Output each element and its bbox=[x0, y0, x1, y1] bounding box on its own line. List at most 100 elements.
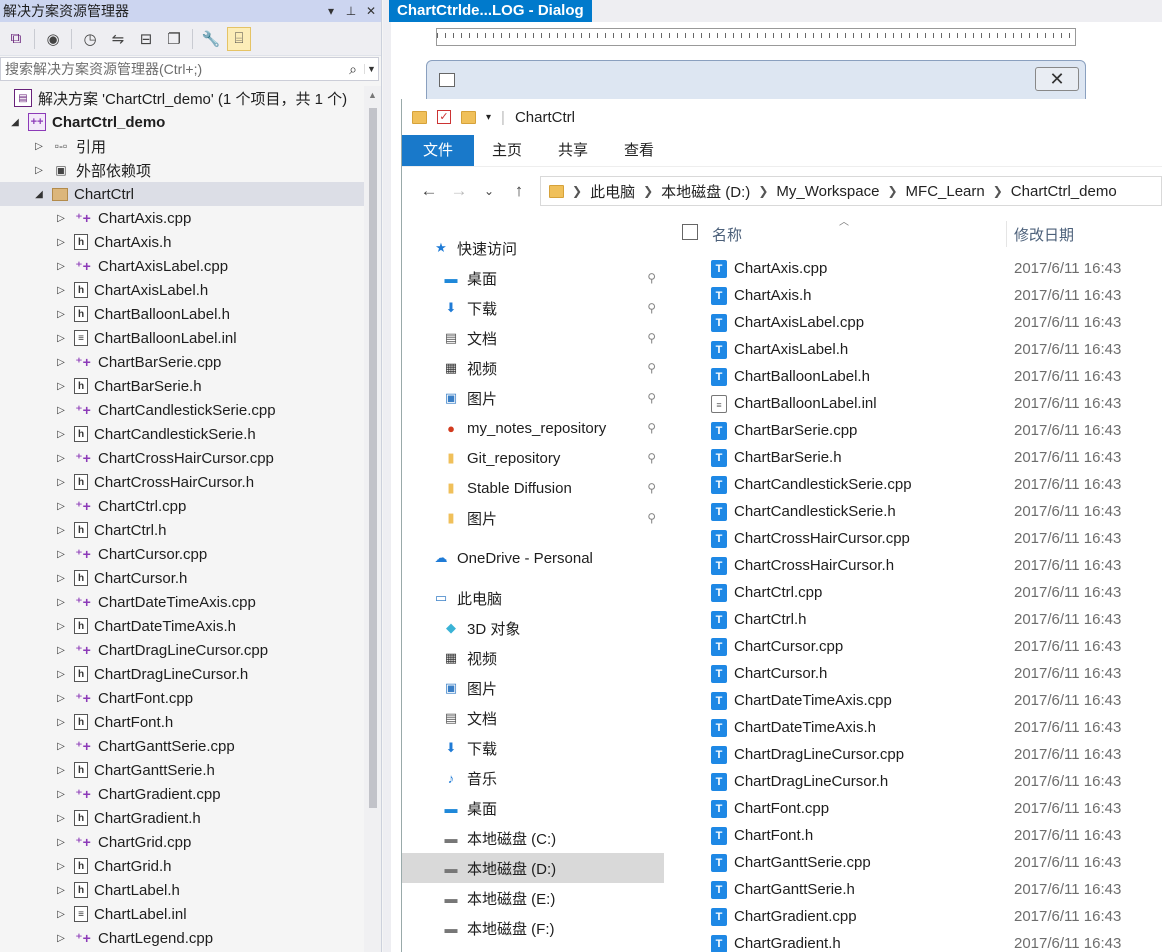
nav-item[interactable]: ▣ 图片 ⚲ bbox=[402, 383, 664, 413]
collapse-arrow-icon[interactable]: ▷ bbox=[32, 165, 46, 176]
pin-icon[interactable]: ⚲ bbox=[647, 361, 656, 375]
file-row[interactable]: T ChartBarSerie.h 2017/6/11 16:43 bbox=[666, 444, 1162, 471]
tree-node-references[interactable]: ▷ ▫-▫ 引用 bbox=[0, 134, 364, 158]
tree-node-file[interactable]: ▷ ⁺+ ChartGrid.cpp bbox=[0, 830, 364, 854]
collapse-arrow-icon[interactable]: ▷ bbox=[54, 501, 68, 512]
tree-node-file[interactable]: ▷ h ChartDateTimeAxis.h bbox=[0, 614, 364, 638]
breadcrumb-separator-icon[interactable]: ❯ bbox=[572, 184, 582, 198]
tree-node-file[interactable]: ▷ ≡ ChartBalloonLabel.inl bbox=[0, 326, 364, 350]
file-row[interactable]: T ChartFont.h 2017/6/11 16:43 bbox=[666, 822, 1162, 849]
tree-node-file[interactable]: ▷ h ChartCtrl.h bbox=[0, 518, 364, 542]
file-row[interactable]: T ChartDateTimeAxis.h 2017/6/11 16:43 bbox=[666, 714, 1162, 741]
solution-tree-scrollbar[interactable]: ▲ bbox=[364, 86, 381, 952]
tree-node-file[interactable]: ▷ h ChartBarSerie.h bbox=[0, 374, 364, 398]
nav-item[interactable]: ▮ Stable Diffusion ⚲ bbox=[402, 473, 664, 503]
file-row[interactable]: T ChartAxis.cpp 2017/6/11 16:43 bbox=[666, 255, 1162, 282]
nav-item[interactable]: ☁ OneDrive - Personal bbox=[402, 543, 664, 573]
collapse-arrow-icon[interactable]: ▷ bbox=[54, 861, 68, 872]
file-row[interactable]: T ChartBalloonLabel.h 2017/6/11 16:43 bbox=[666, 363, 1162, 390]
properties-wrench-icon[interactable]: 🔧 bbox=[199, 27, 223, 51]
pin-icon[interactable]: ⚲ bbox=[647, 421, 656, 435]
column-header-name[interactable]: 名称 bbox=[712, 224, 742, 245]
breadcrumb-separator-icon[interactable]: ❯ bbox=[887, 184, 897, 198]
pin-icon[interactable]: ⚲ bbox=[647, 301, 656, 315]
tree-node-project[interactable]: ◢ ++ ChartCtrl_demo bbox=[0, 110, 364, 134]
file-row[interactable]: T ChartGanttSerie.h 2017/6/11 16:43 bbox=[666, 876, 1162, 903]
file-row[interactable]: T ChartCtrl.cpp 2017/6/11 16:43 bbox=[666, 579, 1162, 606]
breadcrumb-separator-icon[interactable]: ❯ bbox=[758, 184, 768, 198]
file-row[interactable]: T ChartCursor.h 2017/6/11 16:43 bbox=[666, 660, 1162, 687]
nav-item[interactable]: ▬ 本地磁盘 (F:) bbox=[402, 913, 664, 943]
nav-item[interactable]: ⬇ 下载 ⚲ bbox=[402, 293, 664, 323]
quick-access-dropdown-icon[interactable]: ▾ bbox=[486, 112, 491, 123]
tree-node-file[interactable]: ▷ ⁺+ ChartDateTimeAxis.cpp bbox=[0, 590, 364, 614]
breadcrumb-my-workspace[interactable]: My_Workspace bbox=[776, 183, 879, 200]
tree-node-file[interactable]: ▷ ⁺+ ChartCandlestickSerie.cpp bbox=[0, 398, 364, 422]
nav-item[interactable]: ▣ 图片 bbox=[402, 673, 664, 703]
pin-icon[interactable]: ⚲ bbox=[647, 391, 656, 405]
pin-icon[interactable]: ⚲ bbox=[647, 451, 656, 465]
collapse-arrow-icon[interactable]: ▷ bbox=[54, 405, 68, 416]
globe-icon[interactable]: ◉ bbox=[41, 27, 65, 51]
collapse-arrow-icon[interactable]: ▷ bbox=[54, 261, 68, 272]
collapse-all-icon[interactable]: ⊟ bbox=[134, 27, 158, 51]
collapse-arrow-icon[interactable]: ▷ bbox=[54, 285, 68, 296]
switch-views-icon[interactable]: ⧉ bbox=[4, 27, 28, 51]
tree-node-file[interactable]: ▷ ≡ ChartLabel.inl bbox=[0, 902, 364, 926]
tree-node-file[interactable]: ▷ ⁺+ ChartCrossHairCursor.cpp bbox=[0, 446, 364, 470]
ribbon-tab-home[interactable]: 主页 bbox=[474, 135, 540, 166]
tree-node-file[interactable]: ▷ h ChartDragLineCursor.h bbox=[0, 662, 364, 686]
close-panel-button[interactable]: ✕ bbox=[361, 0, 381, 22]
preview-selected-icon[interactable]: ⌸ bbox=[227, 26, 251, 51]
tree-node-file[interactable]: ▷ h ChartCrossHairCursor.h bbox=[0, 470, 364, 494]
pin-icon[interactable]: ⚲ bbox=[647, 271, 656, 285]
pin-icon[interactable]: ⚲ bbox=[647, 511, 656, 525]
collapse-arrow-icon[interactable]: ▷ bbox=[54, 333, 68, 344]
nav-item[interactable]: ★ 快速访问 bbox=[402, 233, 664, 263]
tree-node-file[interactable]: ▷ ⁺+ ChartAxisLabel.cpp bbox=[0, 254, 364, 278]
breadcrumb-chartctrl-demo[interactable]: ChartCtrl_demo bbox=[1011, 183, 1117, 200]
collapse-arrow-icon[interactable]: ▷ bbox=[54, 525, 68, 536]
file-row[interactable]: T ChartCrossHairCursor.h 2017/6/11 16:43 bbox=[666, 552, 1162, 579]
column-divider[interactable] bbox=[1006, 221, 1007, 247]
expand-arrow-icon[interactable]: ◢ bbox=[32, 189, 46, 200]
nav-item[interactable]: ▤ 文档 bbox=[402, 703, 664, 733]
collapse-arrow-icon[interactable]: ▷ bbox=[54, 621, 68, 632]
document-tab-dialog[interactable]: ChartCtrlde...LOG - Dialog bbox=[389, 0, 592, 22]
nav-item[interactable]: ▬ 本地磁盘 (E:) bbox=[402, 883, 664, 913]
collapse-arrow-icon[interactable]: ▷ bbox=[54, 429, 68, 440]
file-row[interactable]: ≡ ChartBalloonLabel.inl 2017/6/11 16:43 bbox=[666, 390, 1162, 417]
tree-node-file[interactable]: ▷ h ChartAxisLabel.h bbox=[0, 278, 364, 302]
tree-node-file[interactable]: ▷ ⁺+ ChartDragLineCursor.cpp bbox=[0, 638, 364, 662]
ribbon-tab-view[interactable]: 查看 bbox=[606, 135, 672, 166]
file-row[interactable]: T ChartCrossHairCursor.cpp 2017/6/11 16:43 bbox=[666, 525, 1162, 552]
nav-item[interactable]: ▮ 图片 ⚲ bbox=[402, 503, 664, 533]
column-header-date[interactable]: 修改日期 bbox=[1014, 224, 1074, 245]
tree-node-file[interactable]: ▷ h ChartLabel.h bbox=[0, 878, 364, 902]
file-row[interactable]: T ChartCursor.cpp 2017/6/11 16:43 bbox=[666, 633, 1162, 660]
file-row[interactable]: T ChartGradient.cpp 2017/6/11 16:43 bbox=[666, 903, 1162, 930]
tree-node-file[interactable]: ▷ ⁺+ ChartFont.cpp bbox=[0, 686, 364, 710]
sync-icon[interactable]: ⇋ bbox=[106, 27, 130, 51]
nav-item[interactable]: ▬ 本地磁盘 (D:) bbox=[402, 853, 664, 883]
file-row[interactable]: T ChartDateTimeAxis.cpp 2017/6/11 16:43 bbox=[666, 687, 1162, 714]
collapse-arrow-icon[interactable]: ▷ bbox=[54, 885, 68, 896]
collapse-arrow-icon[interactable]: ▷ bbox=[54, 381, 68, 392]
collapse-arrow-icon[interactable]: ▷ bbox=[54, 765, 68, 776]
file-row[interactable]: T ChartCtrl.h 2017/6/11 16:43 bbox=[666, 606, 1162, 633]
window-position-dropdown[interactable]: ▾ bbox=[321, 0, 341, 22]
search-icon[interactable]: ⌕ bbox=[342, 61, 364, 78]
breadcrumb-separator-icon[interactable]: ❯ bbox=[993, 184, 1003, 198]
collapse-arrow-icon[interactable]: ▷ bbox=[54, 597, 68, 608]
tree-node-file[interactable]: ▷ h ChartCursor.h bbox=[0, 566, 364, 590]
expand-arrow-icon[interactable]: ◢ bbox=[8, 117, 22, 128]
scroll-up-arrow-icon[interactable]: ▲ bbox=[368, 90, 377, 100]
tree-node-file[interactable]: ▷ ⁺+ ChartGanttSerie.cpp bbox=[0, 734, 364, 758]
tree-node-file[interactable]: ▷ ⁺+ ChartCtrl.cpp bbox=[0, 494, 364, 518]
nav-item[interactable]: ● my_notes_repository ⚲ bbox=[402, 413, 664, 443]
collapse-arrow-icon[interactable]: ▷ bbox=[54, 933, 68, 944]
history-icon[interactable]: ◷ bbox=[78, 27, 102, 51]
breadcrumb-separator-icon[interactable]: ❯ bbox=[643, 184, 653, 198]
nav-item[interactable]: ▮ Git_repository ⚲ bbox=[402, 443, 664, 473]
tree-node-file[interactable]: ▷ h ChartCandlestickSerie.h bbox=[0, 422, 364, 446]
